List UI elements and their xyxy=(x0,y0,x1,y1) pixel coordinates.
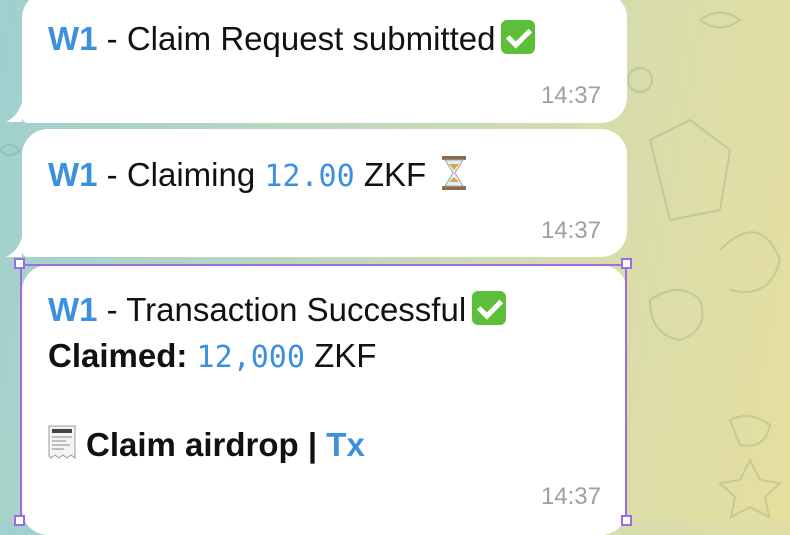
tx-link[interactable]: Tx xyxy=(326,426,365,463)
resize-handle-top-left[interactable] xyxy=(14,258,25,269)
message-body: Claim Request submitted xyxy=(126,20,496,57)
claimed-line: Claimed: 12,000 ZKF xyxy=(48,337,376,375)
message-bubble-claim-request[interactable]: W1 - Claim Request submitted 14:37 xyxy=(22,0,627,123)
message-text: W1 - Claiming 12.00 ZKF xyxy=(48,156,467,194)
message-time: 14:37 xyxy=(540,82,601,109)
hourglass-icon xyxy=(442,156,467,190)
separator: - xyxy=(97,20,127,57)
resize-handle-top-right[interactable] xyxy=(621,258,632,269)
sender-label: W1 xyxy=(48,291,98,328)
check-mark-icon xyxy=(472,291,507,325)
separator: - xyxy=(97,156,127,193)
unit-label: ZKF xyxy=(304,337,377,374)
check-mark-icon xyxy=(501,20,536,54)
sender-label: W1 xyxy=(48,156,98,193)
message-time: 14:37 xyxy=(540,483,601,510)
message-time: 14:37 xyxy=(540,217,601,244)
claim-airdrop-label: Claim airdrop | xyxy=(86,426,327,463)
tx-link-line: Claim airdrop | Tx xyxy=(48,425,365,464)
resize-handle-bottom-left[interactable] xyxy=(14,515,25,526)
receipt-icon xyxy=(48,425,76,459)
claimed-label: Claimed: xyxy=(48,337,188,374)
unit-label: ZKF xyxy=(354,156,427,193)
bubble-tail xyxy=(6,102,22,122)
message-bubble-claiming[interactable]: W1 - Claiming 12.00 ZKF 14:37 xyxy=(22,129,627,257)
message-text: W1 - Claim Request submitted xyxy=(48,20,536,58)
message-bubble-transaction-successful[interactable]: W1 - Transaction Successful Claimed: 12,… xyxy=(22,265,627,535)
separator: - xyxy=(97,291,127,328)
message-body: Transaction Successful xyxy=(126,291,467,328)
bubble-tail xyxy=(6,237,22,257)
message-prefix: Claiming xyxy=(126,156,265,193)
claimed-amount: 12,000 xyxy=(196,340,305,375)
claim-amount: 12.00 xyxy=(264,159,355,194)
resize-handle-bottom-right[interactable] xyxy=(621,515,632,526)
sender-label: W1 xyxy=(48,20,98,57)
message-text: W1 - Transaction Successful xyxy=(48,291,507,329)
